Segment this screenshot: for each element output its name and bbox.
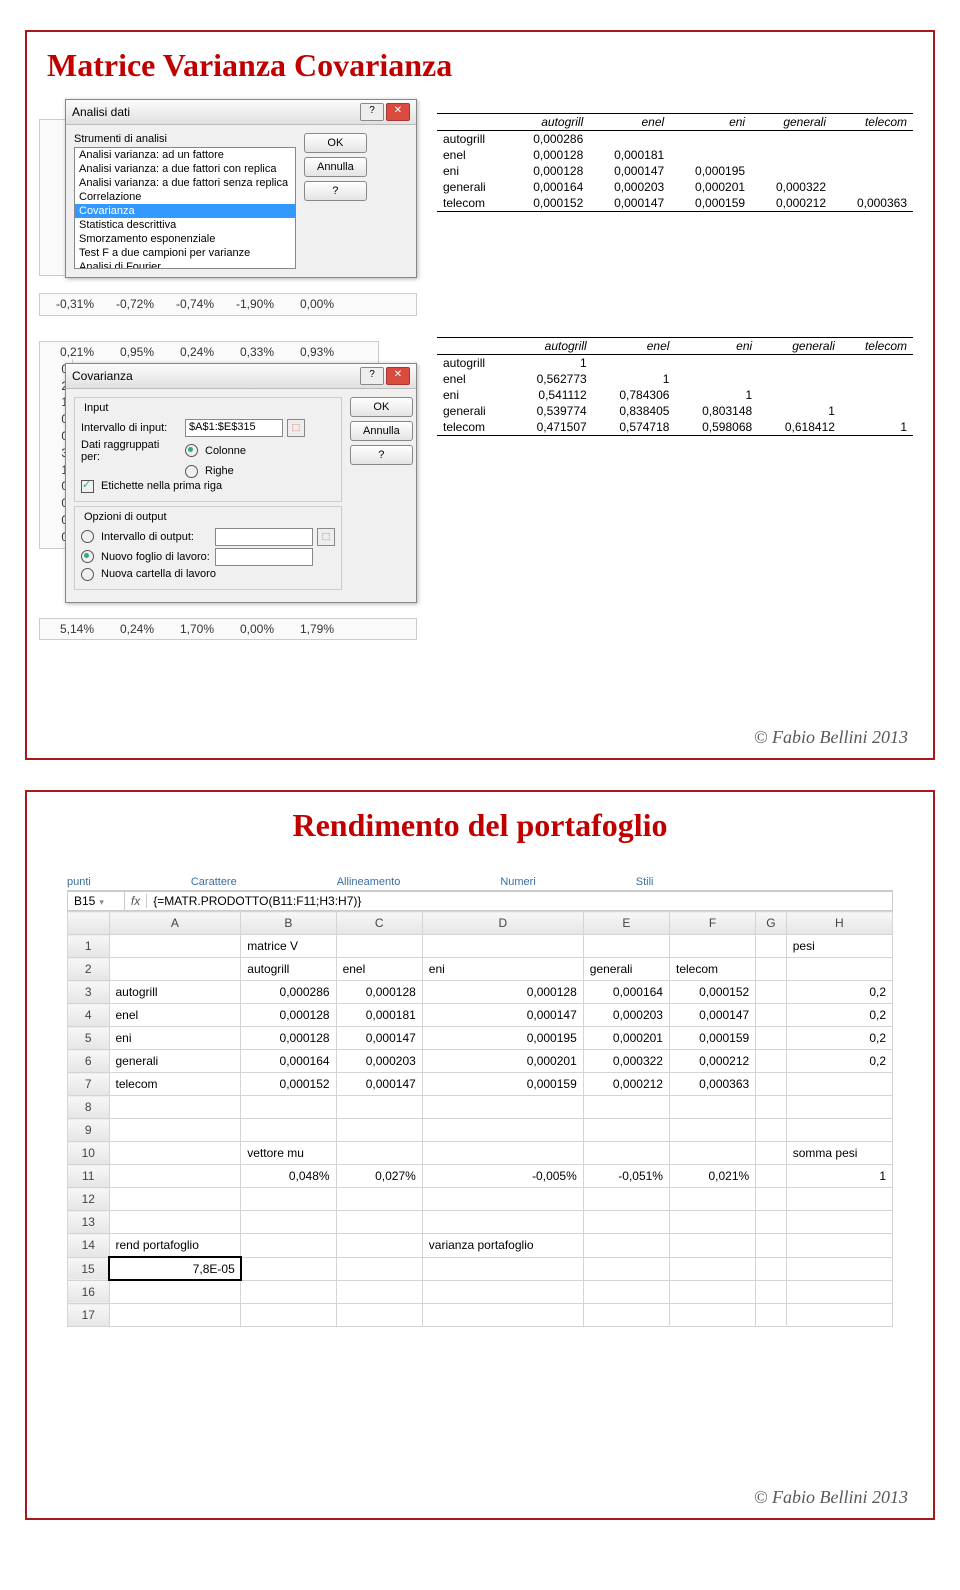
input-range-label: Intervallo di input: (81, 422, 181, 434)
ok-button[interactable]: OK (350, 397, 413, 417)
close-icon[interactable]: ✕ (386, 103, 410, 121)
dlg-title: Analisi dati (72, 105, 130, 119)
bg-row2: 5,14% 0,24% 1,70% 0,00% 1,79% (39, 618, 417, 641)
help-button[interactable]: ? (350, 445, 413, 465)
slide1-title: Matrice Varianza Covarianza (47, 47, 913, 84)
name-box[interactable]: B15▾ (68, 892, 125, 910)
output-range-field[interactable] (215, 528, 313, 546)
slide2-title: Rendimento del portafoglio (47, 807, 913, 844)
close-icon[interactable]: ✕ (386, 367, 410, 385)
new-sheet-field[interactable] (215, 548, 313, 566)
help-button[interactable]: ? (304, 181, 367, 201)
chevron-down-icon: ▾ (99, 897, 104, 907)
slide-covariance: Matrice Varianza Covarianza 3 -0 2 -0 1 … (25, 30, 935, 760)
cancel-button[interactable]: Annulla (350, 421, 413, 441)
fx-icon[interactable]: fx (125, 894, 147, 908)
ribbon-groups: punti Carattere Allineamento Numeri Stil… (67, 874, 893, 891)
ok-button[interactable]: OK (304, 133, 367, 153)
tools-listbox[interactable]: Analisi varianza: ad un fattore Analisi … (74, 147, 296, 269)
radio-new-workbook[interactable] (81, 568, 94, 581)
radio-columns[interactable] (185, 444, 198, 457)
chk-first-row[interactable] (81, 480, 94, 493)
cancel-button[interactable]: Annulla (304, 157, 367, 177)
input-range-field[interactable]: $A$1:$E$315 (185, 419, 283, 437)
analisi-dati-dialog: Analisi dati ? ✕ Strumenti di analisi An… (65, 99, 417, 278)
range-picker-icon[interactable]: ⬚ (317, 528, 335, 546)
formula-bar: B15▾ fx {=MATR.PRODOTTO(B11:F11;H3:H7)} (67, 891, 893, 911)
range-picker-icon[interactable]: ⬚ (287, 419, 305, 437)
credit: © Fabio Bellini 2013 (754, 1487, 908, 1508)
help-icon[interactable]: ? (360, 367, 384, 385)
formula-value[interactable]: {=MATR.PRODOTTO(B11:F11;H3:H7)} (147, 892, 367, 910)
covarianza-dialog: Covarianza ? ✕ Input Intervallo di input… (65, 363, 417, 603)
credit: © Fabio Bellini 2013 (754, 727, 908, 748)
correlation-table: autogrill enel eni generali telecom auto… (437, 337, 913, 436)
dlg2-title: Covarianza (72, 369, 133, 383)
covariance-table: autogrill enel eni generali telecom auto… (437, 113, 913, 212)
bg-data-2: 0,21% 0,95% 0,24% 0,33% 0,93% (39, 341, 379, 364)
radio-rows[interactable] (185, 465, 198, 478)
spreadsheet[interactable]: ABCDEFGH 1matrice Vpesi2autogrilleneleni… (67, 911, 893, 1327)
help-icon[interactable]: ? (360, 103, 384, 121)
radio-output-range[interactable] (81, 530, 94, 543)
tools-label: Strumenti di analisi (74, 133, 296, 145)
bg-row: -0,31% -0,72% -0,74% -1,90% 0,00% (39, 293, 417, 316)
slide-portfolio: Rendimento del portafoglio punti Caratte… (25, 790, 935, 1520)
radio-new-sheet[interactable] (81, 550, 94, 563)
